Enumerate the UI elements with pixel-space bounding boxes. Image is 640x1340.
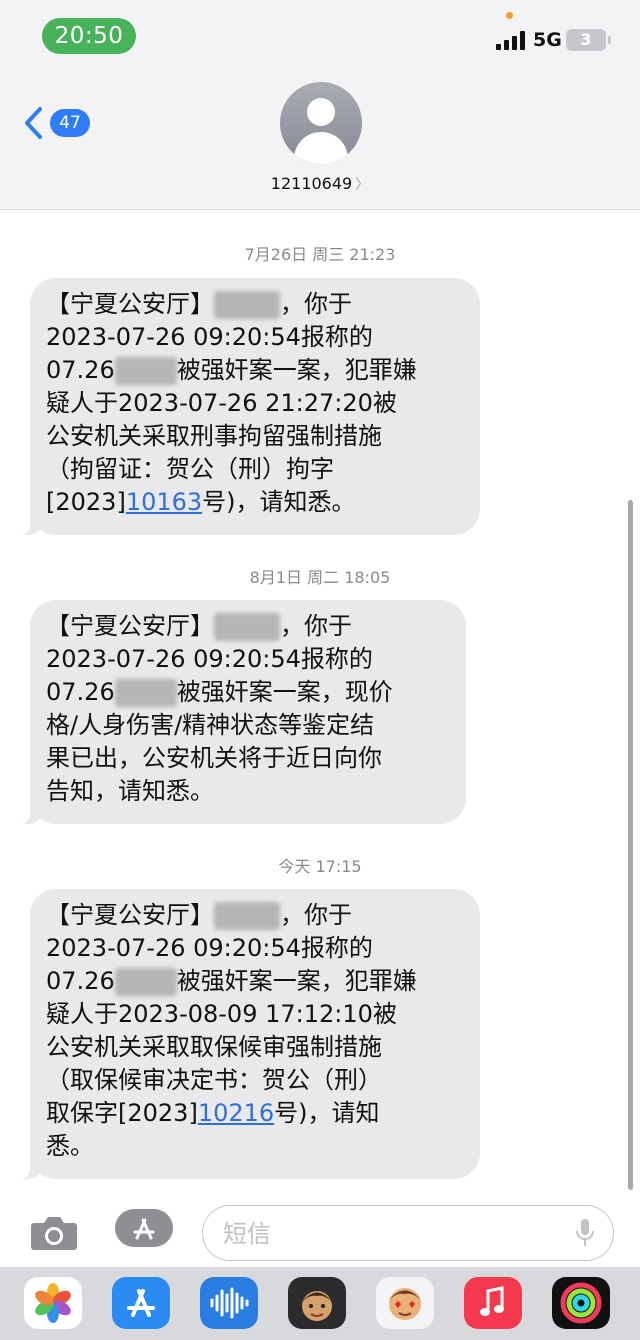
contact-number: 12110649 [270,174,353,193]
cellular-signal-icon [496,31,526,50]
message-composer [0,1195,640,1267]
contact-name[interactable]: 12110649 〉 [0,174,640,194]
message-timestamp: 今天 17:15 [278,857,362,876]
redacted-text [114,357,177,385]
sms-input[interactable] [223,1218,563,1250]
message-timestamp: 7月26日 周三 21:23 [244,245,396,264]
message-bubble[interactable]: 【宁夏公安厅】 ，你于 2023-07-26 09:20:54报称的 07.26 被… [18,278,480,535]
decision-number-link[interactable]: 10216 [198,1099,274,1127]
memoji-stickers-app-icon[interactable] [376,1277,434,1329]
camera-icon[interactable] [30,1215,78,1251]
battery-icon: 3 [566,29,606,51]
status-bar: 20:50 5G 3 [0,0,640,70]
imessage-app-drawer [0,1267,640,1340]
back-button[interactable]: 47 [24,106,90,140]
fitness-app-icon[interactable] [552,1277,610,1329]
status-time[interactable]: 20:50 [42,18,136,54]
music-app-icon[interactable] [464,1277,522,1329]
message-input-field[interactable] [202,1205,614,1261]
memoji-app-icon[interactable] [288,1277,346,1329]
message-timestamp: 8月1日 周二 18:05 [249,568,391,587]
app-store-app-icon[interactable] [112,1277,170,1329]
redacted-text [114,679,177,707]
message-bubble[interactable]: 【宁夏公安厅】 ，你于 2023-07-26 09:20:54报称的 07.26 被… [18,600,466,824]
chevron-right-icon: 〉 [355,177,370,193]
network-type: 5G [533,29,562,51]
contact-avatar[interactable] [280,82,362,164]
redacted-name [214,902,280,930]
app-store-icon[interactable] [115,1209,173,1247]
conversation-header: 47 12110649 〉 [0,70,640,210]
redacted-text [114,968,177,996]
unread-count-badge: 47 [50,109,90,137]
privacy-indicator-dot [506,12,513,19]
message-bubble[interactable]: 【宁夏公安厅】 ，你于 2023-07-26 09:20:54报称的 07.26 被… [18,889,480,1179]
case-number-link[interactable]: 10163 [126,488,202,516]
audio-messages-app-icon[interactable] [200,1277,258,1329]
redacted-name [214,291,280,319]
battery-tip [608,36,611,44]
person-avatar-icon [307,98,335,126]
microphone-icon[interactable] [575,1218,595,1248]
chevron-left-icon [25,107,42,139]
photos-app-icon[interactable] [24,1277,82,1329]
redacted-name [214,613,280,641]
scroll-indicator[interactable] [628,500,633,1190]
